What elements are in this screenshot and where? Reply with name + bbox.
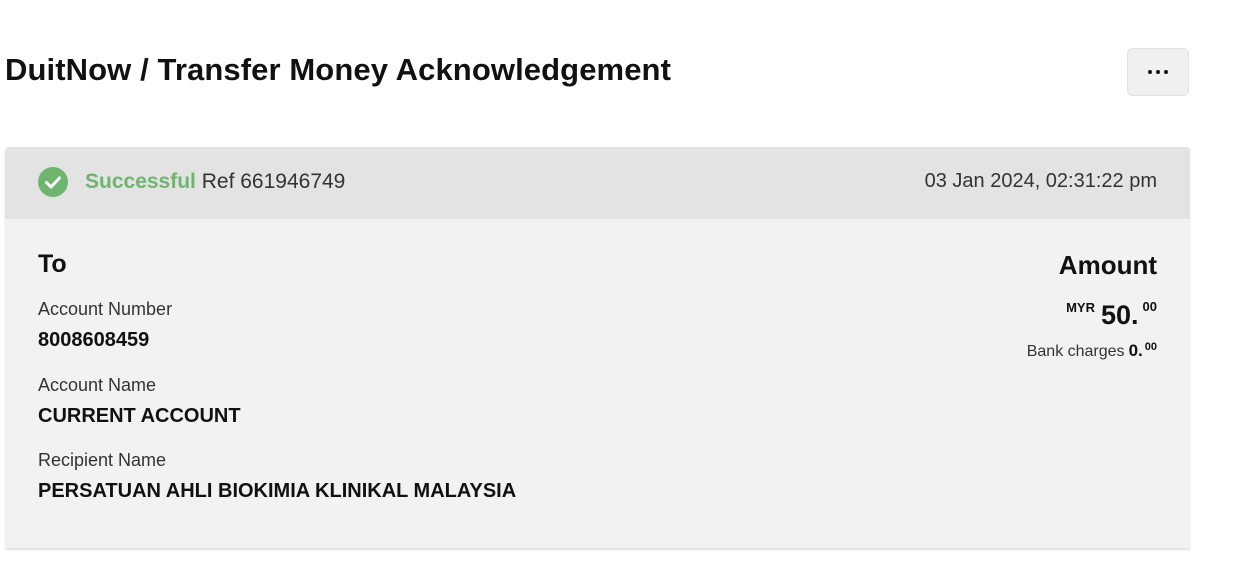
card-header: Successful Ref 661946749 03 Jan 2024, 02… [5,147,1190,219]
account-name-value: CURRENT ACCOUNT [38,405,241,427]
reference-number: Ref 661946749 [201,170,346,193]
recipient-name-label: Recipient Name [38,450,167,470]
account-number-value: 8008608459 [38,329,150,351]
amount-currency: MYR [1066,300,1095,315]
bank-charges-cents: 00 [1144,341,1157,353]
check-circle-icon [38,167,68,197]
amount-cents: 00 [1142,299,1157,314]
ellipsis-icon [1148,70,1168,74]
account-name-label: Account Name [38,375,157,395]
amount-whole: 50. [1100,300,1139,330]
recipient-name-value: PERSATUAN AHLI BIOKIMIA KLINIKAL MALAYSI… [38,480,517,502]
amount-value: MYR 50. 00 [1066,299,1157,331]
bank-charges-whole: 0. [1128,341,1143,360]
bank-charges-label: Bank charges [1026,343,1125,360]
transaction-timestamp: 03 Jan 2024, 02:31:22 pm [924,170,1157,192]
bank-charges: Bank charges 0. 00 [1027,341,1157,361]
more-options-button[interactable] [1127,48,1189,96]
page-title: DuitNow / Transfer Money Acknowledgement [5,52,672,87]
status-line: Successful Ref 661946749 [85,170,345,194]
acknowledgement-card: Successful Ref 661946749 03 Jan 2024, 02… [5,147,1190,548]
to-heading: To [38,250,67,278]
amount-heading: Amount [1058,250,1157,280]
account-number-label: Account Number [38,299,173,319]
status-label: Successful [85,170,196,193]
